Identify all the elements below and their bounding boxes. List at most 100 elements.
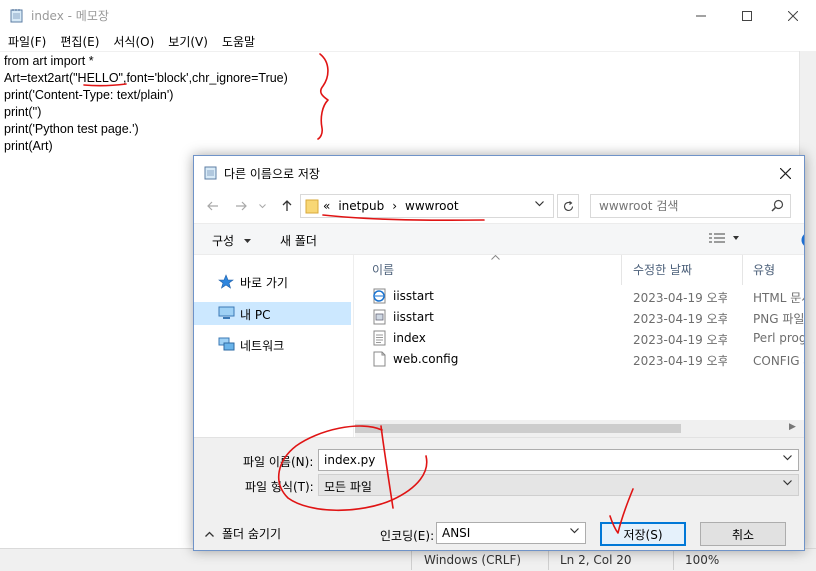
file-type: Perl program — [753, 331, 804, 345]
menu-bar: 파일(F) 편집(E) 서식(O) 보기(V) 도움말 — [0, 31, 816, 51]
code-line: print('') — [4, 105, 42, 119]
code-line: from art import * — [4, 54, 94, 68]
encoding-select[interactable]: ANSI — [436, 522, 586, 544]
forward-button[interactable] — [230, 195, 252, 217]
nav-item-label: 내 PC — [240, 308, 271, 322]
new-folder-button[interactable]: 새 폴더 — [280, 232, 317, 249]
search-input[interactable] — [591, 195, 767, 217]
organize-label: 구성 — [212, 234, 235, 248]
file-list: 이름 수정한 날짜 유형 iisstart 2023-04-19 오후 ... … — [355, 255, 804, 437]
horizontal-scrollbar[interactable]: ▶ — [355, 420, 804, 437]
network-icon — [218, 337, 235, 351]
arrow-right-icon — [236, 201, 247, 211]
column-separator[interactable] — [621, 255, 622, 285]
recent-locations-button[interactable] — [256, 195, 268, 217]
column-header-date[interactable]: 수정한 날짜 — [633, 261, 692, 278]
notepad-icon — [10, 9, 23, 23]
save-as-dialog: 다른 이름으로 저장 « inetpub › wwwroot wwwroot 검… — [193, 155, 805, 551]
maximize-button[interactable] — [724, 0, 770, 31]
encoding-value: ANSI — [442, 526, 471, 540]
close-icon — [788, 10, 798, 21]
refresh-button[interactable] — [557, 194, 579, 218]
text-file-icon — [373, 330, 386, 346]
table-row[interactable]: iisstart 2023-04-19 오후 ... PNG 파일 — [355, 307, 804, 328]
status-position: Ln 2, Col 20 — [560, 553, 632, 567]
table-row[interactable]: web.config 2023-04-19 오후 ... CONFIG 파일 — [355, 349, 804, 370]
star-icon — [218, 274, 234, 289]
nav-item-this-pc[interactable]: 내 PC — [194, 302, 351, 325]
file-date: 2023-04-19 오후 ... — [633, 333, 727, 347]
scrollbar-thumb[interactable] — [355, 424, 681, 433]
table-row[interactable]: iisstart 2023-04-19 오후 ... HTML 문서 — [355, 286, 804, 307]
window-title: index - 메모장 — [31, 9, 109, 23]
folder-icon — [305, 199, 319, 214]
nav-item-quick-access[interactable]: 바로 가기 — [194, 270, 351, 293]
chevron-down-icon — [258, 203, 266, 208]
notepad-titlebar: index - 메모장 — [0, 0, 816, 31]
hide-folders-button[interactable]: 폴더 숨기기 — [205, 525, 281, 542]
blank-file-icon — [373, 351, 386, 367]
filetype-value: 모든 파일 — [324, 480, 372, 494]
dialog-title: 다른 이름으로 저장 — [224, 167, 320, 181]
file-date: 2023-04-19 오후 ... — [633, 291, 727, 305]
nav-item-network[interactable]: 네트워크 — [194, 333, 351, 356]
menu-file[interactable]: 파일(F) — [0, 31, 53, 51]
view-options-button[interactable] — [709, 233, 739, 248]
close-button[interactable] — [770, 0, 816, 31]
breadcrumb-separator: › — [392, 199, 398, 213]
status-zoom: 100% — [685, 553, 720, 567]
up-button[interactable] — [276, 195, 298, 217]
menu-format[interactable]: 서식(O) — [106, 31, 161, 51]
navigation-bar: « inetpub › wwwroot — [194, 189, 804, 223]
filetype-label: 파일 형식(T): — [245, 480, 314, 494]
arrow-up-icon — [282, 200, 292, 211]
nav-item-label: 바로 가기 — [240, 276, 288, 290]
filetype-select[interactable]: 모든 파일 — [318, 474, 799, 496]
breadcrumb-wwwroot[interactable]: wwwroot — [405, 199, 459, 213]
file-name: web.config — [393, 352, 459, 366]
organize-button[interactable]: 구성 — [212, 232, 251, 249]
table-row[interactable]: index 2023-04-19 오후 ... Perl program — [355, 328, 804, 349]
image-file-icon — [373, 309, 386, 325]
search-icon[interactable] — [771, 199, 784, 212]
cancel-button[interactable]: 취소 — [700, 522, 786, 546]
breadcrumb-overflow[interactable]: « — [323, 199, 330, 213]
navigation-pane: 바로 가기 내 PC 네트워크 — [194, 255, 354, 437]
minimize-button[interactable] — [678, 0, 724, 31]
code-line: print('Python test page.') — [4, 122, 139, 136]
file-type: PNG 파일 — [753, 312, 804, 326]
chevron-up-icon — [205, 531, 214, 537]
column-header-name[interactable]: 이름 — [372, 261, 394, 278]
nav-item-label: 네트워크 — [240, 339, 285, 353]
address-bar[interactable]: « inetpub › wwwroot — [300, 194, 554, 218]
breadcrumb-inetpub[interactable]: inetpub — [338, 199, 384, 213]
save-options-panel: 파일 이름(N): 파일 형식(T): 모든 파일 폴더 숨기기 인코딩(E):… — [194, 437, 804, 550]
menu-view[interactable]: 보기(V) — [161, 31, 215, 51]
help-button[interactable]: ? — [801, 232, 804, 251]
command-bar: 구성 새 폴더 ? — [194, 223, 804, 255]
status-line-ending: Windows (CRLF) — [424, 553, 522, 567]
scroll-right-icon[interactable]: ▶ — [789, 422, 796, 432]
breadcrumb: « inetpub › wwwroot — [323, 199, 459, 213]
column-header-type[interactable]: 유형 — [753, 261, 775, 278]
chevron-down-icon[interactable] — [783, 455, 792, 461]
maximize-icon — [742, 10, 752, 21]
save-button[interactable]: 저장(S) — [600, 522, 686, 546]
menu-help[interactable]: 도움말 — [215, 31, 262, 51]
dialog-close-button[interactable] — [772, 160, 798, 186]
html-file-icon — [373, 288, 386, 304]
arrow-left-icon — [207, 201, 218, 211]
code-line: print('Content-Type: text/plain') — [4, 88, 174, 102]
code-line: Art=text2art("HELLO",font='block',chr_ig… — [4, 71, 288, 85]
file-type: CONFIG 파일 — [753, 354, 804, 368]
column-separator[interactable] — [742, 255, 743, 285]
back-button[interactable] — [202, 195, 224, 217]
filename-input[interactable] — [319, 450, 776, 470]
file-name: index — [393, 331, 426, 345]
chevron-down-icon — [243, 239, 251, 243]
menu-edit[interactable]: 편집(E) — [53, 31, 106, 51]
search-box — [590, 194, 791, 218]
file-name: iisstart — [393, 310, 434, 324]
view-details-icon — [709, 233, 739, 243]
chevron-down-icon[interactable] — [535, 201, 544, 207]
